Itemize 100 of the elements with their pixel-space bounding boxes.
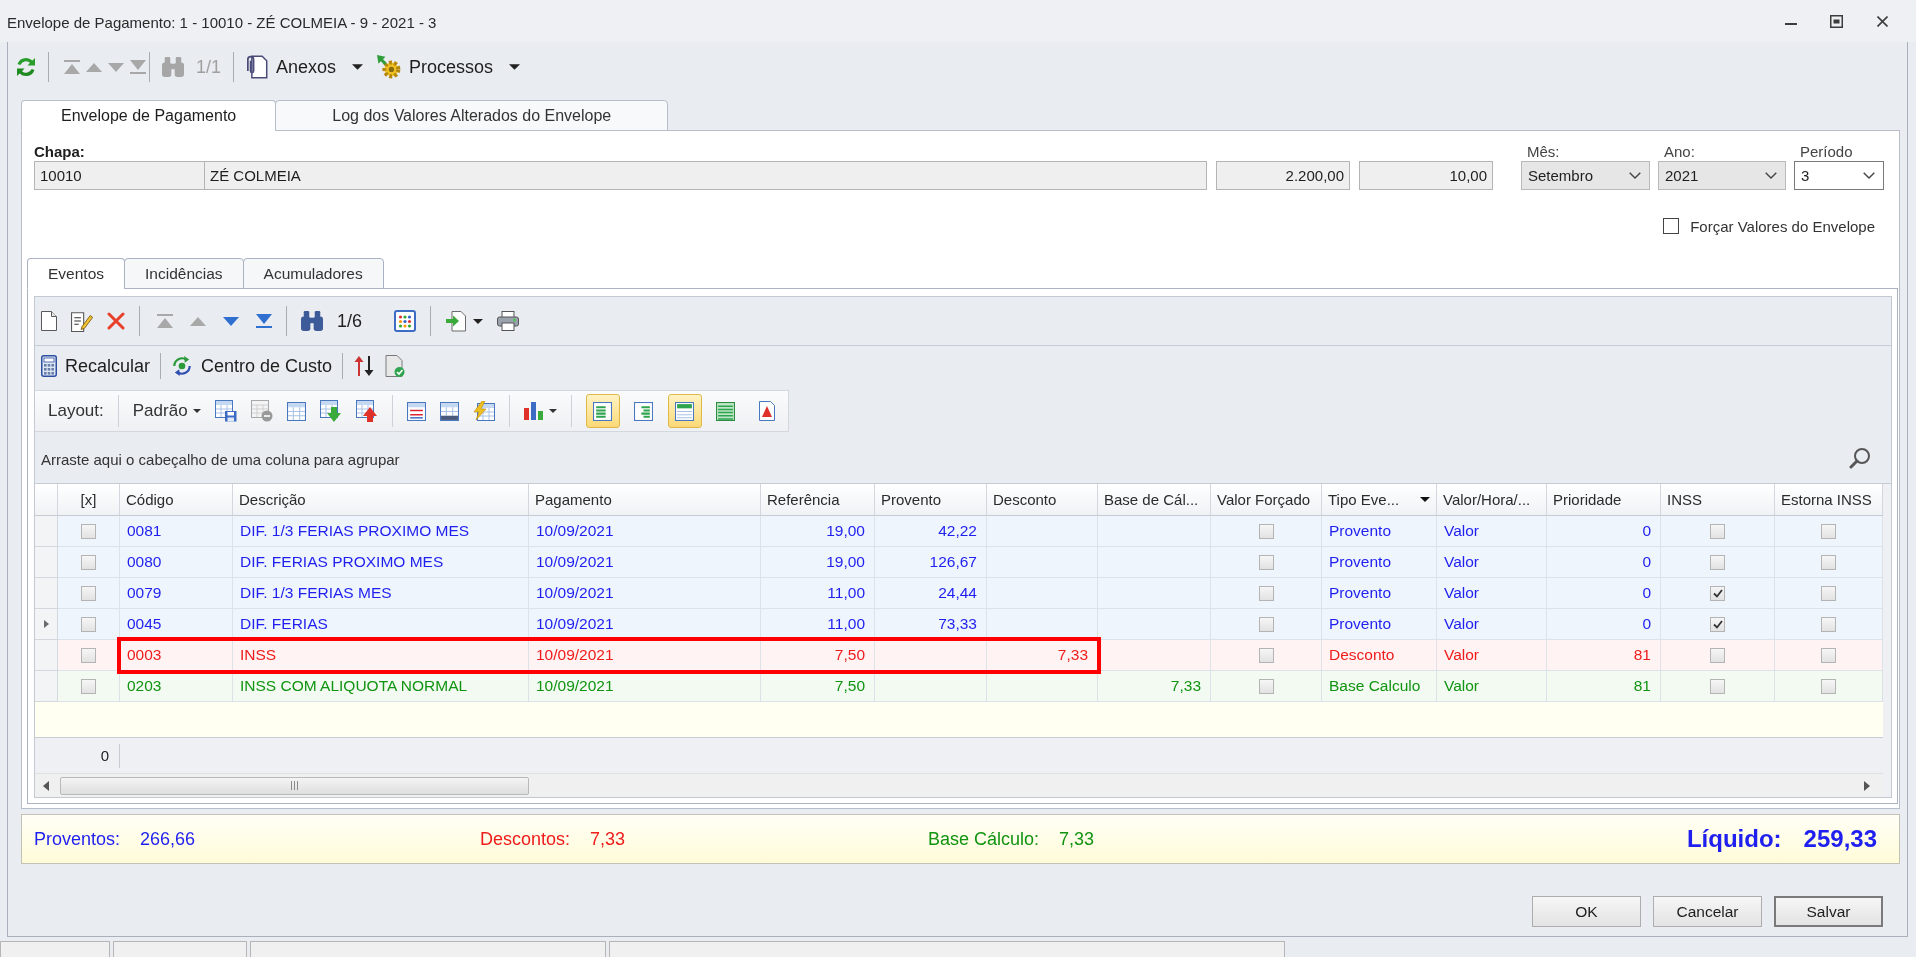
filter-dropdown-icon[interactable] <box>1420 497 1430 502</box>
dropdown[interactable]: 2021 <box>1658 161 1786 190</box>
layout-preset-dropdown[interactable]: Padrão <box>132 401 201 421</box>
checkbox[interactable] <box>81 554 96 570</box>
new-row-area[interactable] <box>35 702 1883 738</box>
tab[interactable]: Eventos <box>27 258 125 289</box>
checkbox[interactable] <box>81 616 96 632</box>
table-row[interactable]: 0203 INSS COM ALIQUOTA NORMAL 10/09/2021 7,50 7,33 Base Calculo Valor 81 <box>35 671 1883 702</box>
checkbox[interactable] <box>1710 678 1725 694</box>
scroll-left-icon[interactable] <box>43 780 49 791</box>
table-row[interactable]: 0045 DIF. FERIAS 10/09/2021 11,00 73,33 Provento Valor 0 <box>35 609 1883 640</box>
tab[interactable]: Acumuladores <box>242 258 384 289</box>
menu-button[interactable]: Anexos <box>246 55 364 79</box>
checkbox[interactable] <box>81 585 96 601</box>
cost-center-button[interactable]: Centro de Custo <box>171 355 333 377</box>
search-icon[interactable] <box>1849 446 1871 469</box>
dropdown[interactable]: Setembro <box>1521 161 1650 190</box>
table-down-arrow-icon[interactable] <box>319 400 342 422</box>
recalculate-button[interactable]: Recalcular <box>41 355 151 377</box>
table-row[interactable]: 0003 INSS 10/09/2021 7,50 7,33 Desconto Valor 81 <box>35 640 1883 671</box>
column-header[interactable]: Descrição <box>233 484 529 516</box>
scrollbar-thumb[interactable] <box>60 776 529 795</box>
table-total-icon[interactable] <box>439 401 459 421</box>
tab[interactable]: Log dos Valores Alterados do Envelope <box>275 100 669 131</box>
checkbox[interactable] <box>81 647 96 663</box>
binoculars-icon[interactable] <box>301 311 323 331</box>
minimize-icon[interactable] <box>1785 23 1797 25</box>
checkbox[interactable] <box>1258 554 1274 570</box>
column-header[interactable]: [x] <box>58 484 120 516</box>
checkbox[interactable] <box>1821 616 1836 632</box>
row-indicator[interactable] <box>35 609 58 640</box>
column-header[interactable]: Pagamento <box>529 484 761 516</box>
dialog-button[interactable]: OK <box>1532 896 1641 927</box>
readonly-field[interactable]: 10,00 <box>1359 161 1493 190</box>
checkbox[interactable] <box>1710 616 1725 632</box>
checkbox[interactable] <box>1710 585 1725 601</box>
checkbox[interactable] <box>1710 647 1725 663</box>
checkbox[interactable] <box>1821 554 1836 570</box>
maximize-icon[interactable] <box>1830 14 1843 28</box>
delete-icon[interactable] <box>107 312 125 330</box>
table-rows-icon[interactable] <box>406 401 426 421</box>
triangle-down-icon[interactable] <box>223 316 239 326</box>
checkbox[interactable] <box>1710 523 1725 539</box>
checkbox[interactable] <box>1821 647 1836 663</box>
document-check-icon[interactable] <box>385 355 406 377</box>
table-row[interactable]: 0080 DIF. FERIAS PROXIMO MES 10/09/2021 19,00 126,67 Provento Valor 0 <box>35 547 1883 578</box>
column-grid-icon[interactable] <box>394 310 417 332</box>
export-document-icon[interactable] <box>445 310 468 332</box>
chart-button[interactable] <box>523 402 557 420</box>
table-save-icon[interactable] <box>214 400 237 422</box>
checkbox[interactable] <box>1821 585 1836 601</box>
column-header[interactable]: Valor Forçado <box>1211 484 1322 516</box>
column-header[interactable]: Tipo Eve... <box>1322 484 1437 516</box>
menu-button[interactable]: Processos <box>377 55 521 79</box>
column-header[interactable]: Valor/Hora/... <box>1437 484 1547 516</box>
readonly-field[interactable]: 2.200,00 <box>1216 161 1350 190</box>
column-header[interactable]: INSS <box>1661 484 1775 516</box>
triangle-down-bar-icon[interactable] <box>256 314 272 328</box>
table-row[interactable]: 0079 DIF. 1/3 FERIAS MES 10/09/2021 11,00 24,44 Provento Valor 0 <box>35 578 1883 609</box>
taskbar-button[interactable] <box>250 941 606 957</box>
dialog-button[interactable]: Salvar <box>1774 896 1883 927</box>
column-header[interactable]: Estorna INSS <box>1775 484 1883 516</box>
edit-document-icon[interactable] <box>71 310 93 332</box>
checkbox[interactable] <box>1821 523 1836 539</box>
refresh-icon[interactable] <box>16 57 36 77</box>
checkbox[interactable] <box>1663 218 1680 234</box>
view-toggle-button[interactable] <box>667 394 702 428</box>
checkbox[interactable] <box>1710 554 1725 570</box>
table-lightning-icon[interactable] <box>472 401 495 421</box>
scroll-right-icon[interactable] <box>1864 780 1870 791</box>
readonly-field[interactable]: ZÉ COLMEIA <box>205 161 1207 190</box>
dialog-button[interactable]: Cancelar <box>1653 896 1762 927</box>
taskbar-button[interactable] <box>113 941 247 957</box>
sort-arrows-icon[interactable] <box>353 355 376 377</box>
new-document-icon[interactable] <box>41 311 57 331</box>
column-header[interactable]: Referência <box>761 484 875 516</box>
column-header[interactable]: Provento <box>875 484 987 516</box>
column-header[interactable]: Código <box>120 484 233 516</box>
taskbar-button[interactable] <box>0 941 110 957</box>
column-header[interactable]: Desconto <box>987 484 1098 516</box>
view-toggle-button[interactable] <box>585 394 620 428</box>
caret-icon[interactable] <box>473 318 484 324</box>
checkbox[interactable] <box>1258 616 1274 632</box>
checkbox[interactable] <box>1258 647 1274 663</box>
printer-icon[interactable] <box>497 311 520 331</box>
column-header[interactable]: Base de Cál... <box>1098 484 1211 516</box>
checkbox[interactable] <box>1258 678 1274 694</box>
taskbar-button[interactable] <box>609 941 1285 957</box>
table-row[interactable]: 0081 DIF. 1/3 FERIAS PROXIMO MES 10/09/2021 19,00 42,22 Provento Valor 0 <box>35 516 1883 547</box>
table-up-arrow-icon[interactable] <box>355 400 378 422</box>
tab[interactable]: Incidências <box>124 258 244 289</box>
column-header[interactable]: Prioridade <box>1547 484 1661 516</box>
checkbox[interactable] <box>81 523 96 539</box>
checkbox[interactable] <box>1258 523 1274 539</box>
checkbox[interactable] <box>1258 585 1274 601</box>
dropdown[interactable]: 3 <box>1794 161 1884 190</box>
checkbox[interactable] <box>81 678 96 694</box>
tab[interactable]: Envelope de Pagamento <box>21 100 277 131</box>
table-icon[interactable] <box>286 401 306 421</box>
checkbox[interactable] <box>1821 678 1836 694</box>
